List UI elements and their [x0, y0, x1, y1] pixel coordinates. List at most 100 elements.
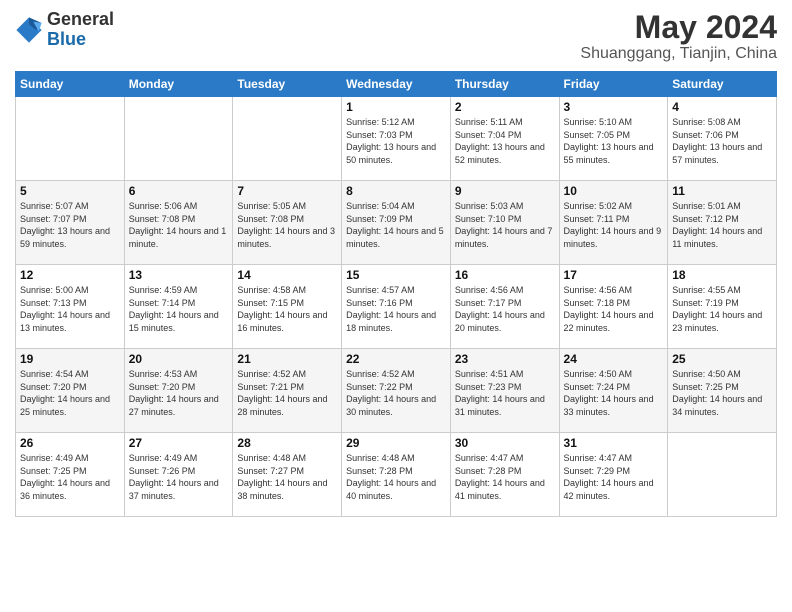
logo-text: General Blue [47, 10, 114, 50]
day-info: Sunrise: 5:12 AM Sunset: 7:03 PM Dayligh… [346, 116, 446, 166]
day-cell: 15 Sunrise: 4:57 AM Sunset: 7:16 PM Dayli… [342, 265, 451, 349]
weekday-header-wednesday: Wednesday [342, 72, 451, 97]
day-cell: 4 Sunrise: 5:08 AM Sunset: 7:06 PM Daylig… [668, 97, 777, 181]
page: General Blue May 2024 Shuanggang, Tianji… [0, 0, 792, 612]
day-cell: 2 Sunrise: 5:11 AM Sunset: 7:04 PM Daylig… [450, 97, 559, 181]
day-info: Sunrise: 5:11 AM Sunset: 7:04 PM Dayligh… [455, 116, 555, 166]
day-number: 4 [672, 100, 772, 114]
day-cell: 3Sunrise: 5:10 AM Sunset: 7:05 PM Daylig… [559, 97, 668, 181]
day-info: Sunrise: 5:01 AM Sunset: 7:12 PM Dayligh… [672, 200, 772, 250]
day-number: 15 [346, 268, 446, 282]
day-cell: 24 Sunrise: 4:50 AM Sunset: 7:24 PM Dayli… [559, 349, 668, 433]
day-number: 16 [455, 268, 555, 282]
day-number: 14 [237, 268, 337, 282]
day-cell: 5 Sunrise: 5:07 AM Sunset: 7:07 PM Daylig… [16, 181, 125, 265]
day-info: Sunrise: 4:52 AM Sunset: 7:21 PM Dayligh… [237, 368, 337, 418]
day-info: Sunrise: 4:48 AM Sunset: 7:28 PM Dayligh… [346, 452, 446, 502]
day-info: Sunrise: 4:51 AM Sunset: 7:23 PM Dayligh… [455, 368, 555, 418]
day-cell: 13 Sunrise: 4:59 AM Sunset: 7:14 PM Dayli… [124, 265, 233, 349]
weekday-header-row: SundayMondayTuesdayWednesdayThursdayFrid… [16, 72, 777, 97]
day-number: 17 [564, 268, 664, 282]
day-info: Sunrise: 4:52 AM Sunset: 7:22 PM Dayligh… [346, 368, 446, 418]
day-number: 5 [20, 184, 120, 198]
day-cell: 14 Sunrise: 4:58 AM Sunset: 7:15 PM Dayli… [233, 265, 342, 349]
day-number: 25 [672, 352, 772, 366]
day-info: Sunrise: 5:05 AM Sunset: 7:08 PM Dayligh… [237, 200, 337, 250]
day-cell: 28 Sunrise: 4:48 AM Sunset: 7:27 PM Dayli… [233, 433, 342, 517]
day-info: Sunrise: 4:59 AM Sunset: 7:14 PM Dayligh… [129, 284, 229, 334]
day-number: 13 [129, 268, 229, 282]
day-number: 19 [20, 352, 120, 366]
day-info: Sunrise: 4:55 AM Sunset: 7:19 PM Dayligh… [672, 284, 772, 334]
calendar: SundayMondayTuesdayWednesdayThursdayFrid… [15, 71, 777, 517]
day-info: Sunrise: 5:02 AM Sunset: 7:11 PM Dayligh… [564, 200, 664, 250]
day-cell: 11Sunrise: 5:01 AM Sunset: 7:12 PM Dayli… [668, 181, 777, 265]
day-cell: 1 Sunrise: 5:12 AM Sunset: 7:03 PM Daylig… [342, 97, 451, 181]
logo-icon [15, 16, 43, 44]
day-cell: 7 Sunrise: 5:05 AM Sunset: 7:08 PM Daylig… [233, 181, 342, 265]
weekday-header-saturday: Saturday [668, 72, 777, 97]
day-info: Sunrise: 5:06 AM Sunset: 7:08 PM Dayligh… [129, 200, 229, 250]
day-info: Sunrise: 4:57 AM Sunset: 7:16 PM Dayligh… [346, 284, 446, 334]
location: Shuanggang, Tianjin, China [580, 45, 777, 63]
day-info: Sunrise: 4:56 AM Sunset: 7:18 PM Dayligh… [564, 284, 664, 334]
week-row-2: 5 Sunrise: 5:07 AM Sunset: 7:07 PM Daylig… [16, 181, 777, 265]
day-cell: 21 Sunrise: 4:52 AM Sunset: 7:21 PM Dayli… [233, 349, 342, 433]
day-cell: 23Sunrise: 4:51 AM Sunset: 7:23 PM Dayli… [450, 349, 559, 433]
week-row-5: 26Sunrise: 4:49 AM Sunset: 7:25 PM Dayli… [16, 433, 777, 517]
day-number: 30 [455, 436, 555, 450]
weekday-header-thursday: Thursday [450, 72, 559, 97]
day-info: Sunrise: 5:08 AM Sunset: 7:06 PM Dayligh… [672, 116, 772, 166]
logo-blue-text: Blue [47, 30, 114, 50]
day-info: Sunrise: 5:03 AM Sunset: 7:10 PM Dayligh… [455, 200, 555, 250]
day-cell: 30 Sunrise: 4:47 AM Sunset: 7:28 PM Dayli… [450, 433, 559, 517]
day-info: Sunrise: 4:58 AM Sunset: 7:15 PM Dayligh… [237, 284, 337, 334]
logo: General Blue [15, 10, 114, 50]
day-number: 8 [346, 184, 446, 198]
weekday-header-tuesday: Tuesday [233, 72, 342, 97]
day-cell: 26Sunrise: 4:49 AM Sunset: 7:25 PM Dayli… [16, 433, 125, 517]
day-number: 29 [346, 436, 446, 450]
day-number: 27 [129, 436, 229, 450]
day-cell [233, 97, 342, 181]
day-info: Sunrise: 4:47 AM Sunset: 7:28 PM Dayligh… [455, 452, 555, 502]
day-number: 21 [237, 352, 337, 366]
day-info: Sunrise: 4:53 AM Sunset: 7:20 PM Dayligh… [129, 368, 229, 418]
day-cell: 16Sunrise: 4:56 AM Sunset: 7:17 PM Dayli… [450, 265, 559, 349]
day-cell: 12Sunrise: 5:00 AM Sunset: 7:13 PM Dayli… [16, 265, 125, 349]
day-info: Sunrise: 4:54 AM Sunset: 7:20 PM Dayligh… [20, 368, 120, 418]
day-number: 7 [237, 184, 337, 198]
day-info: Sunrise: 4:49 AM Sunset: 7:25 PM Dayligh… [20, 452, 120, 502]
day-number: 31 [564, 436, 664, 450]
day-cell: 25 Sunrise: 4:50 AM Sunset: 7:25 PM Dayli… [668, 349, 777, 433]
day-number: 22 [346, 352, 446, 366]
day-info: Sunrise: 4:50 AM Sunset: 7:25 PM Dayligh… [672, 368, 772, 418]
day-number: 12 [20, 268, 120, 282]
day-cell: 8Sunrise: 5:04 AM Sunset: 7:09 PM Daylig… [342, 181, 451, 265]
day-cell: 19 Sunrise: 4:54 AM Sunset: 7:20 PM Dayli… [16, 349, 125, 433]
day-number: 28 [237, 436, 337, 450]
day-cell [16, 97, 125, 181]
weekday-header-friday: Friday [559, 72, 668, 97]
day-info: Sunrise: 4:49 AM Sunset: 7:26 PM Dayligh… [129, 452, 229, 502]
title-block: May 2024 Shuanggang, Tianjin, China [580, 10, 777, 63]
day-info: Sunrise: 4:50 AM Sunset: 7:24 PM Dayligh… [564, 368, 664, 418]
logo-general-text: General [47, 10, 114, 30]
day-info: Sunrise: 4:47 AM Sunset: 7:29 PM Dayligh… [564, 452, 664, 502]
day-number: 3 [564, 100, 664, 114]
day-cell: 20Sunrise: 4:53 AM Sunset: 7:20 PM Dayli… [124, 349, 233, 433]
day-number: 2 [455, 100, 555, 114]
day-number: 1 [346, 100, 446, 114]
header: General Blue May 2024 Shuanggang, Tianji… [15, 10, 777, 63]
day-cell: 27 Sunrise: 4:49 AM Sunset: 7:26 PM Dayli… [124, 433, 233, 517]
day-cell: 10Sunrise: 5:02 AM Sunset: 7:11 PM Dayli… [559, 181, 668, 265]
day-info: Sunrise: 4:48 AM Sunset: 7:27 PM Dayligh… [237, 452, 337, 502]
day-cell: 9Sunrise: 5:03 AM Sunset: 7:10 PM Daylig… [450, 181, 559, 265]
month-year: May 2024 [580, 10, 777, 45]
day-cell: 29 Sunrise: 4:48 AM Sunset: 7:28 PM Dayli… [342, 433, 451, 517]
day-number: 18 [672, 268, 772, 282]
day-cell: 17 Sunrise: 4:56 AM Sunset: 7:18 PM Dayli… [559, 265, 668, 349]
day-info: Sunrise: 5:07 AM Sunset: 7:07 PM Dayligh… [20, 200, 120, 250]
day-number: 24 [564, 352, 664, 366]
day-number: 6 [129, 184, 229, 198]
